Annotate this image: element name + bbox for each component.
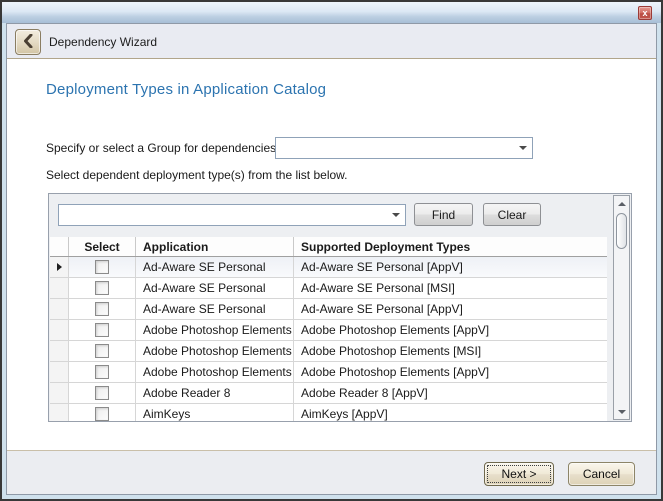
list-instruction-label: Select dependent deployment type(s) from… (46, 168, 348, 182)
row-header-cell[interactable] (50, 404, 69, 421)
row-header-cell[interactable] (50, 299, 69, 319)
group-row: Specify or select a Group for dependenci… (46, 137, 632, 159)
table-row[interactable]: Ad-Aware SE Personal Ad-Aware SE Persona… (50, 257, 607, 278)
row-application: Adobe Photoshop Elements (136, 320, 294, 340)
row-checkbox[interactable] (95, 302, 109, 316)
back-button[interactable] (15, 29, 41, 55)
row-header-cell[interactable] (50, 320, 69, 340)
table-row[interactable]: Adobe Photoshop Elements Adobe Photoshop… (50, 341, 607, 362)
search-combobox[interactable] (58, 204, 406, 226)
row-deployment-type: Adobe Photoshop Elements [AppV] (294, 320, 607, 340)
table-row[interactable]: Adobe Reader 8 Adobe Reader 8 [AppV] (50, 383, 607, 404)
chevron-down-icon (519, 146, 527, 150)
wizard-header: Dependency Wizard (7, 24, 656, 59)
table-row[interactable]: Ad-Aware SE Personal Ad-Aware SE Persona… (50, 278, 607, 299)
row-deployment-type: Adobe Reader 8 [AppV] (294, 383, 607, 403)
table-row[interactable]: AimKeys AimKeys [AppV] (50, 404, 607, 421)
scroll-down-button[interactable] (614, 404, 629, 419)
titlebar: x (2, 2, 661, 23)
row-deployment-type: AimKeys [AppV] (294, 404, 607, 421)
group-label: Specify or select a Group for dependenci… (46, 137, 276, 159)
find-button[interactable]: Find (414, 203, 473, 226)
row-checkbox[interactable] (95, 344, 109, 358)
wizard-footer: Next > Cancel (7, 450, 656, 494)
row-select-cell (69, 320, 136, 340)
group-combobox-input[interactable] (279, 139, 512, 157)
row-header-cell[interactable] (50, 383, 69, 403)
deployment-types-panel: Find Clear Select Application Supported … (48, 193, 632, 422)
row-checkbox[interactable] (95, 365, 109, 379)
row-select-cell (69, 299, 136, 319)
row-select-cell (69, 278, 136, 298)
row-deployment-type: Ad-Aware SE Personal [MSI] (294, 278, 607, 298)
row-application: Adobe Reader 8 (136, 383, 294, 403)
row-checkbox[interactable] (95, 386, 109, 400)
table-row[interactable]: Ad-Aware SE Personal Ad-Aware SE Persona… (50, 299, 607, 320)
table-row[interactable]: Adobe Photoshop Elements Adobe Photoshop… (50, 320, 607, 341)
row-checkbox[interactable] (95, 260, 109, 274)
row-application: Ad-Aware SE Personal (136, 278, 294, 298)
table-row[interactable]: Adobe Photoshop Elements Adobe Photoshop… (50, 362, 607, 383)
row-select-cell (69, 362, 136, 382)
column-header-deployment-types[interactable]: Supported Deployment Types (294, 237, 607, 256)
row-application: Ad-Aware SE Personal (136, 299, 294, 319)
row-deployment-type: Adobe Photoshop Elements [MSI] (294, 341, 607, 361)
chevron-left-icon (23, 34, 33, 51)
row-application: AimKeys (136, 404, 294, 421)
row-application: Adobe Photoshop Elements (136, 341, 294, 361)
row-application: Ad-Aware SE Personal (136, 257, 294, 277)
row-select-cell (69, 341, 136, 361)
grid-header-row: Select Application Supported Deployment … (50, 237, 607, 257)
row-deployment-type: Ad-Aware SE Personal [AppV] (294, 257, 607, 277)
wizard-page: Dependency Wizard Deployment Types in Ap… (6, 23, 657, 495)
row-application: Adobe Photoshop Elements (136, 362, 294, 382)
column-header-select[interactable]: Select (69, 237, 136, 256)
scroll-up-button[interactable] (614, 196, 629, 211)
row-checkbox[interactable] (95, 407, 109, 421)
search-combobox-dropdown-button[interactable] (387, 205, 405, 225)
chevron-down-icon (392, 213, 400, 217)
table-body: Ad-Aware SE Personal Ad-Aware SE Persona… (50, 257, 607, 421)
arrow-down-icon (618, 410, 626, 414)
page-title: Deployment Types in Application Catalog (46, 81, 326, 98)
row-checkbox[interactable] (95, 281, 109, 295)
row-checkbox[interactable] (95, 323, 109, 337)
row-select-cell (69, 383, 136, 403)
column-header-application[interactable]: Application (136, 237, 294, 256)
row-deployment-type: Ad-Aware SE Personal [AppV] (294, 299, 607, 319)
cancel-button[interactable]: Cancel (568, 462, 635, 486)
current-row-indicator-icon (57, 263, 62, 271)
search-combobox-input[interactable] (62, 206, 385, 224)
row-select-cell (69, 257, 136, 277)
next-button[interactable]: Next > (484, 462, 554, 486)
grid-corner-cell (50, 237, 69, 256)
dependency-wizard-window: x Dependency Wizard Deployment Types in … (0, 0, 663, 501)
row-select-cell (69, 404, 136, 421)
arrow-up-icon (618, 202, 626, 206)
vertical-scrollbar[interactable] (613, 195, 630, 420)
group-combobox[interactable] (275, 137, 533, 159)
close-icon: x (642, 8, 647, 18)
close-button[interactable]: x (638, 6, 652, 20)
row-header-cell[interactable] (50, 341, 69, 361)
row-deployment-type: Adobe Photoshop Elements [AppV] (294, 362, 607, 382)
clear-button[interactable]: Clear (483, 203, 541, 226)
group-combobox-dropdown-button[interactable] (514, 138, 532, 158)
row-header-cell[interactable] (50, 257, 69, 277)
row-header-cell[interactable] (50, 278, 69, 298)
wizard-title: Dependency Wizard (49, 24, 157, 59)
row-header-cell[interactable] (50, 362, 69, 382)
deployment-types-grid: Select Application Supported Deployment … (50, 237, 607, 421)
scrollbar-thumb[interactable] (616, 213, 627, 249)
